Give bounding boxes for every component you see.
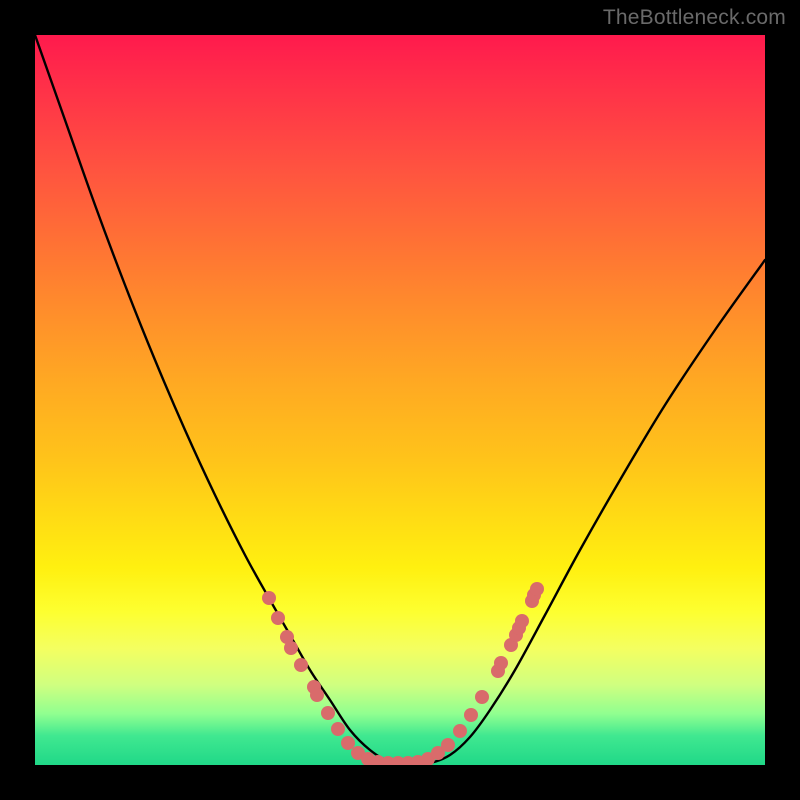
data-dot [284, 641, 298, 655]
data-dot [530, 582, 544, 596]
data-dot [271, 611, 285, 625]
data-dot [331, 722, 345, 736]
chart-frame: TheBottleneck.com [0, 0, 800, 800]
data-dot [494, 656, 508, 670]
watermark-text: TheBottleneck.com [603, 6, 786, 30]
data-dot [475, 690, 489, 704]
data-dot [310, 688, 324, 702]
data-dot [341, 736, 355, 750]
data-dot [294, 658, 308, 672]
data-dot [262, 591, 276, 605]
data-dot [515, 614, 529, 628]
data-dot [441, 738, 455, 752]
bottleneck-curve [35, 35, 765, 764]
data-dot [464, 708, 478, 722]
data-dots [262, 582, 544, 765]
data-dot [453, 724, 467, 738]
data-dot [321, 706, 335, 720]
curve-svg [35, 35, 765, 765]
plot-area [35, 35, 765, 765]
